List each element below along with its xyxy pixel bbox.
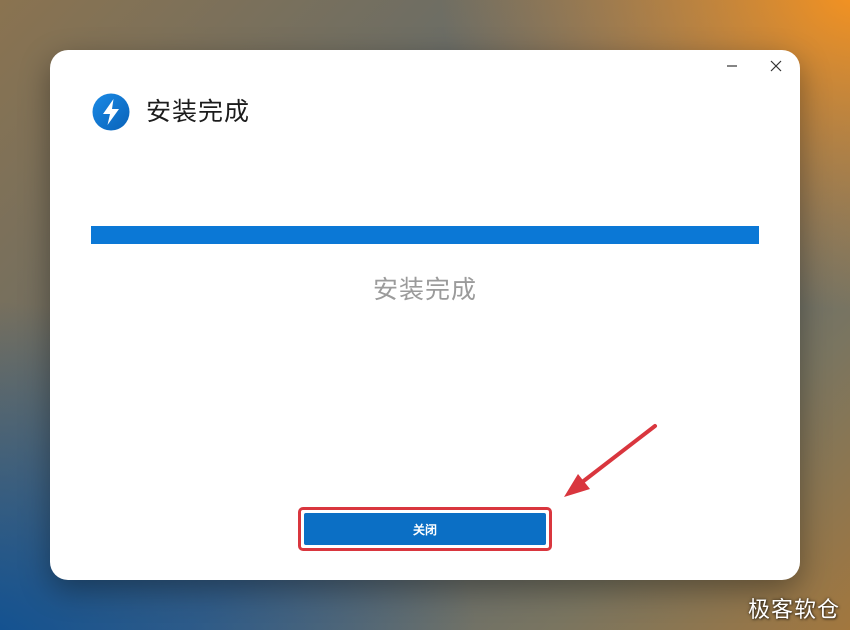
watermark: 极客软仓 [747,598,840,623]
close-icon [770,60,782,72]
close-window-button[interactable] [758,54,794,78]
minimize-icon [727,65,737,67]
app-logo [92,93,130,131]
installer-dialog: 安装完成 安装完成 关闭 [50,50,800,580]
install-progress-fill [91,226,759,244]
install-progress-bar [91,226,759,244]
status-text: 安装完成 [372,275,477,304]
lightning-bolt-icon [92,93,130,131]
close-button[interactable]: 关闭 [304,513,546,545]
minimize-button[interactable] [714,54,750,78]
dialog-title: 安装完成 [146,97,251,126]
